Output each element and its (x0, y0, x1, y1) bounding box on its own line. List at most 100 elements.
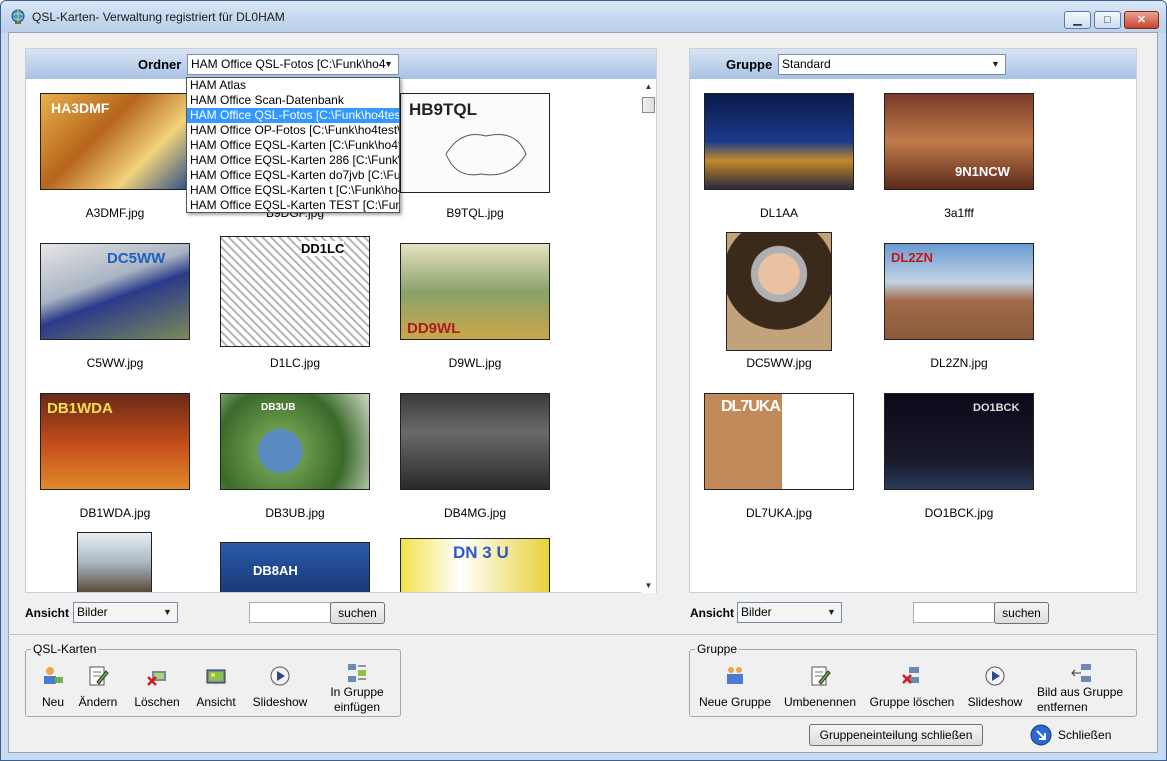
folder-select[interactable]: HAM Office QSL-Fotos [C:\Funk\ho4 ▼ (187, 54, 399, 75)
group-card-thumbnail[interactable]: 9N1NCW (884, 93, 1034, 190)
qsl-card-thumbnail[interactable]: DD9WL (400, 243, 550, 340)
remove-from-group-label: Bild aus Gruppe entfernen (1037, 685, 1124, 714)
chevron-down-icon[interactable]: ▼ (824, 605, 839, 620)
delete-group-label: Gruppe löschen (869, 695, 955, 709)
folder-option[interactable]: HAM Office EQSL-Karten do7jvb [C:\Fu (187, 168, 399, 183)
divider (8, 634, 1158, 635)
group-slideshow-label: Slideshow (967, 695, 1023, 709)
left-search-input[interactable] (249, 602, 331, 623)
folder-option-selected[interactable]: HAM Office QSL-Fotos [C:\Funk\ho4tes (187, 108, 399, 123)
folder-dropdown-list: HAM Atlas HAM Office Scan-Datenbank HAM … (186, 77, 400, 213)
new-group-label: Neue Gruppe (698, 695, 772, 709)
folder-option[interactable]: HAM Office EQSL-Karten t [C:\Funk\ho4 (187, 183, 399, 198)
qsl-card-thumbnail[interactable]: HA3DMF (40, 93, 190, 190)
card-callsign-text: HA3DMF (51, 100, 110, 116)
new-card-icon (44, 667, 63, 684)
right-view-select[interactable]: Bilder ▼ (737, 602, 842, 623)
folder-option[interactable]: HAM Atlas (187, 78, 399, 93)
group-card-thumbnail[interactable] (726, 232, 832, 351)
insert-group-icon (348, 664, 366, 682)
window-title: QSL-Karten- Verwaltung registriert für D… (32, 10, 285, 24)
qsl-card-thumbnail[interactable]: DB1WDA (40, 393, 190, 490)
left-view-value: Bilder (77, 605, 108, 619)
insert-into-group-label: In Gruppe einfügen (330, 685, 384, 714)
new-group-icon (727, 667, 743, 684)
card-callsign-text: DL7UKA (721, 398, 781, 415)
view-icon (206, 669, 226, 684)
delete-group-icon (902, 667, 919, 684)
remove-from-group-icon (1071, 664, 1091, 682)
qsl-card-thumbnail[interactable]: DB3UB (220, 393, 370, 490)
left-view-label: Ansicht (25, 606, 70, 620)
card-callsign-text: DB1WDA (47, 400, 113, 417)
folder-option[interactable]: HAM Office Scan-Datenbank (187, 93, 399, 108)
delete-icon (147, 671, 166, 686)
rename-icon (811, 666, 831, 686)
group-card-thumbnail[interactable]: DO1BCK (884, 393, 1034, 490)
chevron-down-icon[interactable]: ▼ (988, 57, 1003, 72)
folder-option[interactable]: HAM Office EQSL-Karten TEST [C:\Funk (187, 198, 399, 212)
delete-card-label: Löschen (134, 695, 180, 709)
new-card-label: Neu (41, 695, 64, 709)
close-window-button[interactable]: ✕ (1124, 11, 1159, 29)
edit-card-label: Ändern (78, 695, 118, 709)
group-group-title: Gruppe (695, 642, 740, 656)
group-card-thumbnail[interactable]: DL7UKA (704, 393, 854, 490)
right-view-value: Bilder (741, 605, 772, 619)
chevron-down-icon[interactable]: ▼ (381, 57, 396, 72)
qsl-card-thumbnail[interactable]: DB8AH (220, 542, 370, 592)
scrollbar-thumb[interactable] (642, 97, 655, 113)
view-card-label: Ansicht (196, 695, 236, 709)
folder-scrollbar[interactable]: ▲ ▼ (641, 80, 656, 593)
edit-icon (89, 666, 109, 686)
left-search-button[interactable]: suchen (330, 602, 385, 624)
app-globe-icon (11, 9, 25, 24)
scroll-up-arrow-icon[interactable]: ▲ (641, 80, 656, 94)
qsl-card-thumbnail[interactable] (77, 532, 152, 592)
scroll-down-arrow-icon[interactable]: ▼ (641, 579, 656, 593)
qsl-card-thumbnail[interactable] (400, 393, 550, 490)
qsl-card-thumbnail[interactable]: HB9TQL (400, 93, 550, 193)
group-select-value: Standard (782, 57, 831, 71)
folder-select-value: HAM Office QSL-Fotos [C:\Funk\ho4 (191, 57, 386, 71)
map-outline-icon (445, 134, 527, 176)
thumbnail-caption: DB4MG.jpg (443, 506, 507, 520)
thumbnail-caption: DB3UB.jpg (265, 506, 325, 520)
chevron-down-icon[interactable]: ▼ (160, 605, 175, 620)
card-callsign-text: DD9WL (407, 320, 461, 337)
card-callsign-text: DD1LC (301, 241, 345, 256)
close-grouping-button[interactable]: Gruppeneinteilung schließen (809, 724, 983, 746)
play-icon (270, 666, 290, 686)
thumbnail-caption: DL7UKA.jpg (745, 506, 813, 520)
left-view-select[interactable]: Bilder ▼ (73, 602, 178, 623)
qsl-cards-group-title: QSL-Karten (31, 642, 99, 656)
card-callsign-text: DB3UB (261, 402, 296, 413)
group-card-thumbnail[interactable]: DL2ZN (884, 243, 1034, 340)
folder-label: Ordner (138, 57, 182, 72)
qsl-card-thumbnail[interactable]: DC5WW (40, 243, 190, 340)
maximize-button[interactable]: □ (1094, 11, 1121, 29)
folder-option[interactable]: HAM Office EQSL-Karten 286 [C:\Funk\ (187, 153, 399, 168)
thumbnail-caption: A3DMF.jpg (85, 206, 145, 220)
qsl-card-thumbnail[interactable]: DN 3 U (400, 538, 550, 592)
group-label: Gruppe (726, 57, 773, 72)
title-bar[interactable]: QSL-Karten- Verwaltung registriert für D… (1, 1, 1166, 33)
right-search-button[interactable]: suchen (994, 602, 1049, 624)
thumbnail-caption: C5WW.jpg (86, 356, 144, 370)
group-card-thumbnail[interactable] (704, 93, 854, 190)
card-callsign-text: DC5WW (107, 250, 166, 267)
thumbnail-caption: DB1WDA.jpg (79, 506, 151, 520)
close-button-label: Schließen (1058, 728, 1112, 742)
close-arrow-icon (1030, 724, 1052, 746)
right-search-input[interactable] (913, 602, 995, 623)
card-callsign-text: DN 3 U (453, 543, 509, 562)
thumbnail-caption: D1LC.jpg (269, 356, 321, 370)
qsl-card-thumbnail[interactable]: DD1LC (220, 236, 370, 347)
card-callsign-text: DO1BCK (973, 402, 1020, 414)
folder-option[interactable]: HAM Office OP-Fotos [C:\Funk\ho4test\ (187, 123, 399, 138)
thumbnail-caption: DL1AA (759, 206, 799, 220)
card-callsign-text: 9N1NCW (955, 164, 1010, 179)
minimize-button[interactable]: ▁ (1064, 11, 1091, 29)
group-select[interactable]: Standard ▼ (778, 54, 1006, 75)
folder-option[interactable]: HAM Office EQSL-Karten [C:\Funk\ho4f (187, 138, 399, 153)
